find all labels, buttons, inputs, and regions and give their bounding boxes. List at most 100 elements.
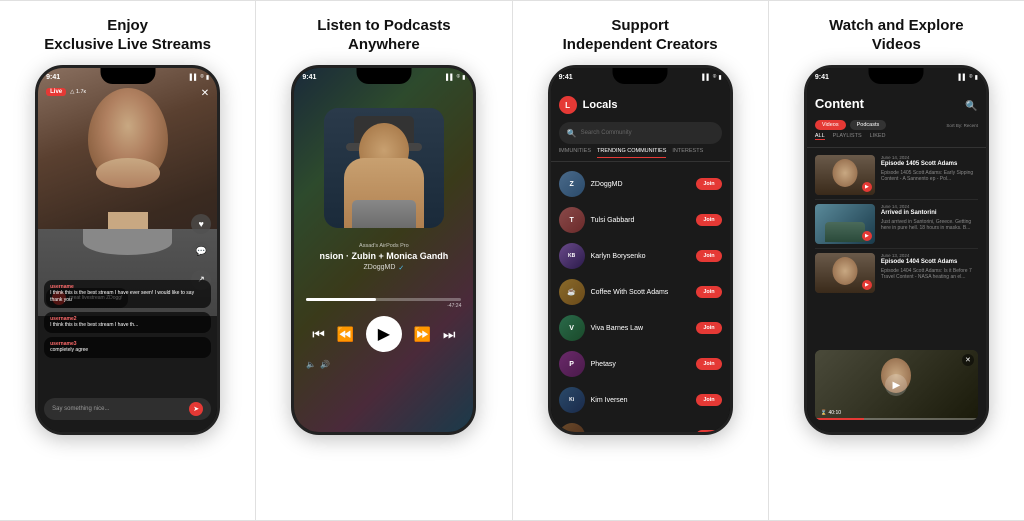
- overlay-timer: ⌛ 40:10: [821, 410, 841, 416]
- airpods-label: Assad's AirPods Pro: [304, 243, 463, 249]
- chat-icon[interactable]: 💬: [191, 242, 211, 262]
- skip-button[interactable]: ⏭: [443, 326, 456, 343]
- overlay-close-button[interactable]: ✕: [962, 354, 974, 366]
- list-item[interactable]: P Phetasy Join: [551, 346, 730, 382]
- overlay-progress: [815, 418, 978, 420]
- video-title: Arrived in Santorini: [881, 210, 978, 218]
- overlay-play-button[interactable]: ▶: [885, 374, 907, 396]
- tab-trending[interactable]: TRENDING COMMUNITIES: [597, 148, 666, 158]
- volume-max-icon: 🔊: [320, 360, 330, 369]
- join-button[interactable]: Join: [696, 358, 721, 370]
- content-tabs-row: ALL PLAYLISTS LIKED: [815, 133, 978, 140]
- video-overlay-player[interactable]: ▶ ⌛ 40:10 ✕: [815, 350, 978, 420]
- video-play-icon[interactable]: ▶: [862, 182, 872, 192]
- wifi-icon: ⌾: [200, 74, 204, 81]
- community-name: Phetasy: [591, 361, 691, 368]
- tab-liked[interactable]: LIKED: [870, 133, 886, 140]
- list-item[interactable]: KB Karlyn Borysenko Join: [551, 238, 730, 274]
- battery-icon-4: ▮: [975, 74, 978, 81]
- battery-icon-2: ▮: [462, 74, 465, 81]
- backward-button[interactable]: ⏪: [337, 326, 354, 343]
- phone4-time: 9:41: [815, 74, 829, 81]
- list-item[interactable]: ☕ Coffee With Scott Adams Join: [551, 274, 730, 310]
- video-thumbnail: ▶: [815, 204, 875, 244]
- community-name: Coffee With Scott Adams: [591, 289, 691, 296]
- verified-icon: ✓: [398, 264, 404, 272]
- join-button[interactable]: Join: [696, 250, 721, 262]
- video-play-icon[interactable]: ▶: [862, 280, 872, 290]
- battery-icon: ▮: [206, 74, 209, 81]
- phone1-time: 9:41: [46, 74, 60, 81]
- join-button[interactable]: Join: [696, 214, 721, 226]
- wifi-icon-2: ⌾: [456, 74, 460, 81]
- feature-column-podcast: Listen to Podcasts Anywhere 9:41 ▌▌ ⌾ ▮: [256, 1, 512, 520]
- join-button[interactable]: Join: [696, 322, 721, 334]
- podcast-track-info: Assad's AirPods Pro nsion · Zubin + Moni…: [304, 243, 463, 272]
- feature-column-live: Enjoy Exclusive Live Streams 9:41 ▌▌ ⌾ ▮…: [0, 1, 256, 520]
- tab-playlists[interactable]: PLAYLISTS: [833, 133, 862, 140]
- rewind-button[interactable]: ⏮: [312, 326, 325, 343]
- video-thumbnail: ▶: [815, 253, 875, 293]
- volume-min-icon: 🔈: [306, 360, 316, 369]
- tab-interests[interactable]: INTERESTS: [672, 148, 703, 158]
- sort-label[interactable]: Sort By: Recent: [946, 123, 978, 128]
- time-remaining: -47:24: [447, 303, 461, 309]
- video-desc: Episode 1404 Scott Adams: Is it Before 7…: [881, 268, 978, 281]
- filter-videos[interactable]: Videos: [815, 120, 846, 130]
- list-item[interactable]: Ki Kim Iversen Join: [551, 382, 730, 418]
- body-shape: [344, 158, 424, 228]
- video-play-icon[interactable]: ▶: [862, 231, 872, 241]
- podcast-time-display: -47:24: [306, 303, 461, 309]
- community-avatar: V: [559, 315, 585, 341]
- tab-all[interactable]: ALL: [815, 133, 825, 140]
- search-icon-4[interactable]: 🔍: [965, 101, 977, 112]
- list-item[interactable]: V Viva Barnes Law Join: [551, 310, 730, 346]
- list-item[interactable]: Z ZDoggMD Join: [551, 166, 730, 202]
- wifi-icon-4: ⌾: [969, 74, 973, 81]
- phone-notch-1: [100, 68, 155, 84]
- tab-communities[interactable]: IMMUNITIES: [559, 148, 591, 158]
- join-button[interactable]: Join: [696, 286, 721, 298]
- list-item[interactable]: ▶ June 14, 2024 Episode 1405 Scott Adams…: [807, 151, 986, 199]
- phone2-time: 9:41: [302, 74, 316, 81]
- podcast-progress-bar[interactable]: [306, 298, 461, 301]
- close-icon[interactable]: ✕: [201, 88, 209, 99]
- overlay-video-frame: ▶ ⌛ 40:10 ✕: [815, 350, 978, 420]
- join-button[interactable]: Join: [696, 178, 721, 190]
- action-buttons: ♥ 💬 ↗: [191, 214, 211, 290]
- video-date: June 14, 2024: [881, 155, 978, 160]
- signal-icon: ▌▌: [190, 75, 199, 81]
- phone-mockup-podcast: 9:41 ▌▌ ⌾ ▮: [291, 65, 476, 435]
- send-button[interactable]: ➤: [189, 402, 203, 416]
- signal-icon-2: ▌▌: [446, 75, 455, 81]
- tab-divider: [551, 161, 730, 162]
- play-button[interactable]: ▶: [366, 316, 402, 352]
- phone-mockup-live: 9:41 ▌▌ ⌾ ▮ Live △ 1.7к ✕: [35, 65, 220, 435]
- video-info: June 13, 2024 Episode 1404 Scott Adams E…: [881, 253, 978, 293]
- phone3-time: 9:41: [559, 74, 573, 81]
- community-avatar: ☕: [559, 279, 585, 305]
- feature-column-creators: Support Independent Creators 9:41 ▌▌ ⌾ ▮…: [513, 1, 769, 520]
- community-tabs: IMMUNITIES TRENDING COMMUNITIES INTEREST…: [551, 148, 730, 158]
- community-search[interactable]: 🔍 Search Community: [559, 122, 722, 144]
- community-avatar: T: [559, 207, 585, 233]
- join-button[interactable]: Join: [696, 430, 721, 432]
- filter-podcasts[interactable]: Podcasts: [850, 120, 887, 130]
- list-item[interactable]: T Tulsi Gabbard Join: [551, 202, 730, 238]
- community-name: Kim Iversen: [591, 397, 691, 404]
- chat-text-3: completely agree: [50, 347, 205, 354]
- list-item[interactable]: M Max Lugavere Join: [551, 418, 730, 432]
- video-desc: Episode 1405 Scott Adams: Early Sipping …: [881, 170, 978, 183]
- list-item[interactable]: ▶ June 14, 2024 Arrived in Santorini Jus…: [807, 200, 986, 248]
- phone1-status-icons: ▌▌ ⌾ ▮: [190, 74, 209, 81]
- list-item[interactable]: ▶ June 13, 2024 Episode 1404 Scott Adams…: [807, 249, 986, 297]
- community-avatar: P: [559, 351, 585, 377]
- forward-button[interactable]: ⏩: [414, 326, 431, 343]
- signal-icon-3: ▌▌: [702, 75, 711, 81]
- phone-mockup-videos: 9:41 ▌▌ ⌾ ▮ Content 🔍 Videos: [804, 65, 989, 435]
- feature-title-live: Enjoy Exclusive Live Streams: [44, 15, 211, 55]
- content-title: Content: [815, 96, 864, 111]
- video-title: Episode 1404 Scott Adams: [881, 259, 978, 267]
- join-button[interactable]: Join: [696, 394, 721, 406]
- heart-icon[interactable]: ♥: [191, 214, 211, 234]
